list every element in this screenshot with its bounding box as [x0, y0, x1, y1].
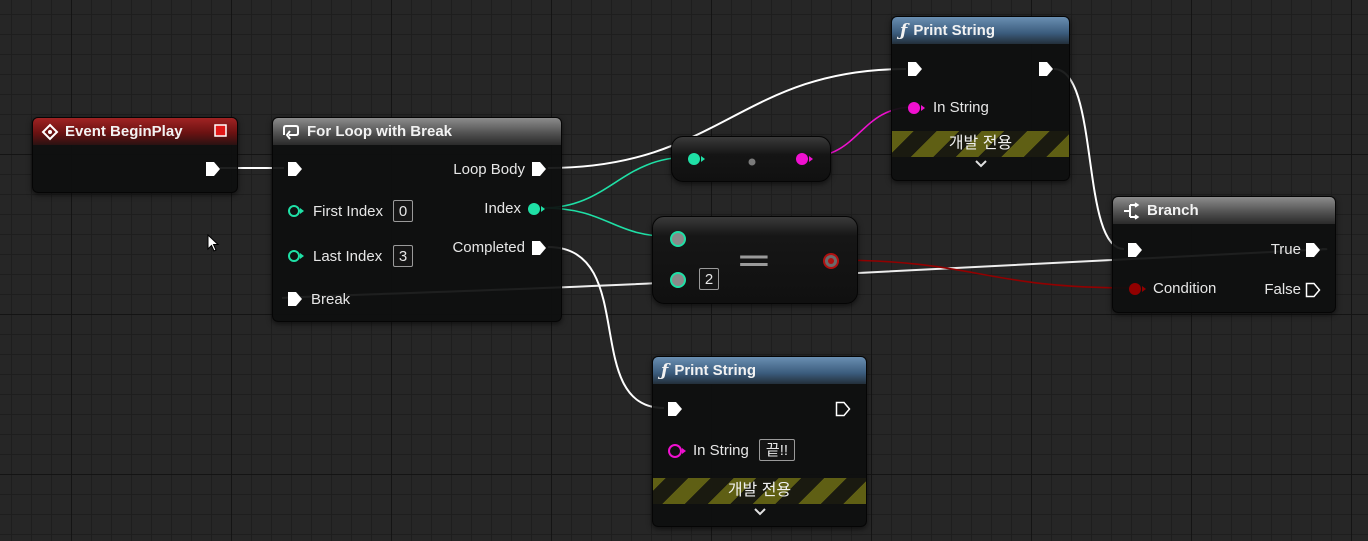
equal-a-in-pin[interactable]: [669, 230, 687, 253]
event-diamond-icon: [41, 123, 59, 141]
branch-false-label: False: [1264, 281, 1301, 298]
event-beginplay-header: Event BeginPlay: [33, 118, 237, 145]
for-loop-header: For Loop with Break: [273, 118, 561, 145]
print-top-dev-only-banner: 개발 전용: [892, 131, 1069, 157]
bool-wire-equal-to-condition: [829, 259, 1135, 289]
print-bottom-in-string-input[interactable]: 끝!!: [759, 439, 795, 461]
for-loop-node[interactable]: For Loop with Break First Index 0 Last I…: [272, 117, 562, 322]
chevron-down-icon[interactable]: [892, 158, 1069, 172]
print-bottom-in-string-label: In String: [693, 442, 749, 459]
branch-true-exec-out-pin[interactable]: [1305, 242, 1321, 263]
first-index-input[interactable]: 0: [393, 200, 413, 222]
equal-b-input[interactable]: 2: [699, 268, 719, 290]
delegate-square-icon[interactable]: [213, 123, 229, 144]
convert-string-out-pin[interactable]: [794, 151, 814, 172]
branch-title: Branch: [1147, 202, 1199, 219]
break-exec-in-pin[interactable]: [287, 291, 303, 312]
print-top-exec-in-pin[interactable]: [907, 61, 923, 82]
branch-exec-in-pin[interactable]: [1127, 242, 1143, 263]
convert-dot-icon: [747, 154, 757, 172]
equal-operator-symbol: ==: [739, 245, 769, 276]
index-label: Index: [484, 200, 521, 217]
print-string-node-bottom[interactable]: ƒ Print String In String 끝!! 개발 전용: [652, 356, 867, 527]
branch-header: Branch: [1113, 197, 1335, 224]
break-label: Break: [311, 291, 351, 308]
index-out-pin[interactable]: [526, 201, 546, 222]
print-bottom-in-string-pin[interactable]: [667, 443, 687, 464]
last-index-pin[interactable]: [287, 249, 305, 268]
function-icon: ƒ: [900, 20, 908, 41]
print-top-in-string-label: In String: [933, 99, 989, 116]
convert-int-in-pin[interactable]: [686, 151, 706, 172]
chevron-down-icon[interactable]: [653, 506, 866, 520]
for-loop-title: For Loop with Break: [307, 123, 453, 140]
branch-condition-pin[interactable]: [1127, 281, 1147, 302]
print-string-top-title: Print String: [913, 22, 995, 39]
print-string-node-top[interactable]: ƒ Print String In String 개발 전용: [891, 16, 1070, 181]
branch-true-label: True: [1270, 241, 1301, 258]
print-string-bottom-header: ƒ Print String: [653, 357, 866, 384]
completed-label: Completed: [452, 239, 525, 256]
event-beginplay-title: Event BeginPlay: [65, 123, 183, 140]
print-bottom-dev-only-banner: 개발 전용: [653, 478, 866, 504]
mouse-cursor-icon: [207, 233, 221, 259]
exec-wire-completed-to-print: [547, 246, 665, 409]
loop-body-exec-out-pin[interactable]: [531, 161, 547, 182]
equal-bool-out-pin[interactable]: [822, 252, 840, 275]
loop-body-label: Loop Body: [453, 161, 525, 178]
int-wire-index-to-convert: [541, 156, 691, 209]
beginplay-exec-out-pin[interactable]: [205, 161, 221, 182]
first-index-pin[interactable]: [287, 204, 305, 223]
branch-node[interactable]: Branch True Condition False: [1112, 196, 1336, 313]
print-string-bottom-title: Print String: [674, 362, 756, 379]
last-index-input[interactable]: 3: [393, 245, 413, 267]
last-index-label: Last Index: [313, 248, 383, 265]
print-bottom-exec-out-pin[interactable]: [835, 401, 851, 422]
branch-icon: [1121, 201, 1141, 220]
first-index-label: First Index: [313, 203, 384, 220]
branch-false-exec-out-pin[interactable]: [1305, 282, 1321, 303]
print-bottom-exec-in-pin[interactable]: [667, 401, 683, 422]
for-loop-exec-in-pin[interactable]: [287, 161, 303, 182]
branch-condition-label: Condition: [1153, 280, 1217, 297]
print-top-exec-out-pin[interactable]: [1038, 61, 1054, 82]
completed-exec-out-pin[interactable]: [531, 240, 547, 261]
loop-icon: [281, 123, 301, 141]
int-to-string-convert-node[interactable]: [671, 136, 831, 182]
function-icon: ƒ: [661, 360, 669, 381]
equal-b-in-pin[interactable]: [669, 271, 687, 294]
print-string-top-header: ƒ Print String: [892, 17, 1069, 44]
event-beginplay-node[interactable]: Event BeginPlay: [32, 117, 238, 193]
equal-node[interactable]: 2 ==: [652, 216, 858, 304]
print-top-in-string-pin[interactable]: [906, 100, 926, 121]
